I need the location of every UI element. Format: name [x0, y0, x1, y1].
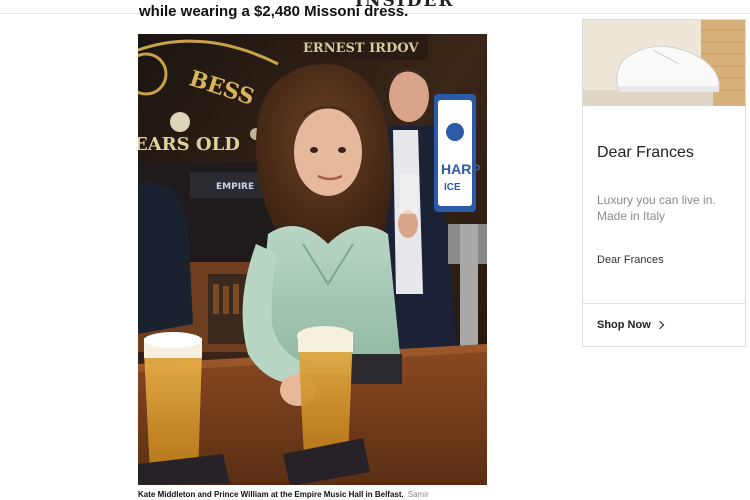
shop-now-label: Shop Now — [597, 319, 651, 331]
photo-caption: Kate Middleton and Prince William at the… — [138, 490, 498, 500]
article-headline: while wearing a $2,480 Missoni dress. — [139, 3, 409, 20]
svg-text:HARP: HARP — [441, 161, 481, 177]
sneaker-icon — [583, 20, 745, 106]
article-photo: BESS EARS OLD ERNEST IRDOV EMPIRE HARP I… — [138, 34, 487, 485]
chevron-right-icon — [655, 320, 665, 330]
sponsored-ad[interactable]: Dear Frances Luxury you can live in. Mad… — [582, 19, 746, 347]
ad-description: Luxury you can live in. Made in Italy — [597, 193, 716, 223]
svg-text:ICE: ICE — [444, 182, 461, 193]
ad-advertiser[interactable]: Dear Frances — [597, 254, 664, 266]
ad-divider — [583, 303, 745, 304]
photo-kate-william-pub-icon: BESS EARS OLD ERNEST IRDOV EMPIRE HARP I… — [138, 34, 487, 485]
svg-text:EARS OLD: EARS OLD — [138, 134, 240, 155]
svg-text:ERNEST IRDOV: ERNEST IRDOV — [303, 41, 419, 56]
svg-text:EMPIRE: EMPIRE — [216, 182, 254, 192]
caption-credit: Samir — [407, 490, 429, 499]
ad-brand-name[interactable]: Dear Frances — [597, 144, 694, 162]
ad-product-image[interactable] — [583, 20, 745, 106]
caption-text: Kate Middleton and Prince William at the… — [138, 490, 404, 499]
shop-now-button[interactable]: Shop Now — [597, 319, 665, 331]
